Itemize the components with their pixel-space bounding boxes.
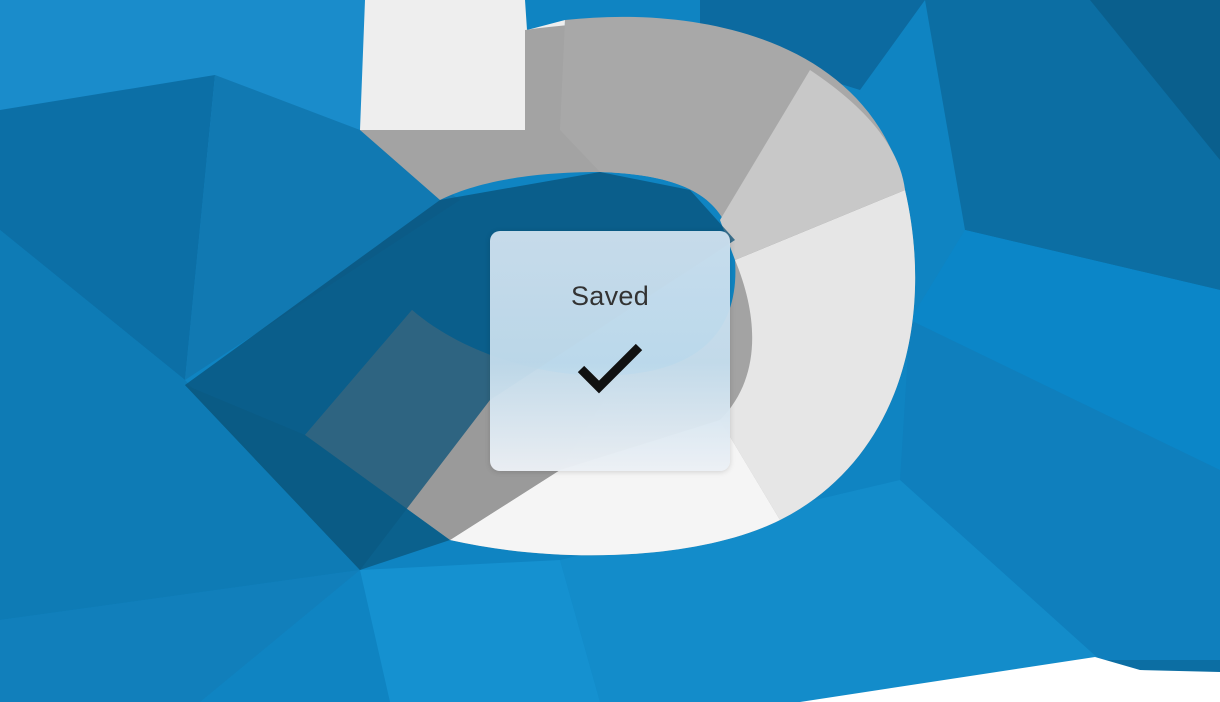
- saved-notification-hud: Saved: [490, 231, 730, 471]
- hud-title: Saved: [570, 281, 650, 311]
- checkmark-icon: [577, 343, 643, 394]
